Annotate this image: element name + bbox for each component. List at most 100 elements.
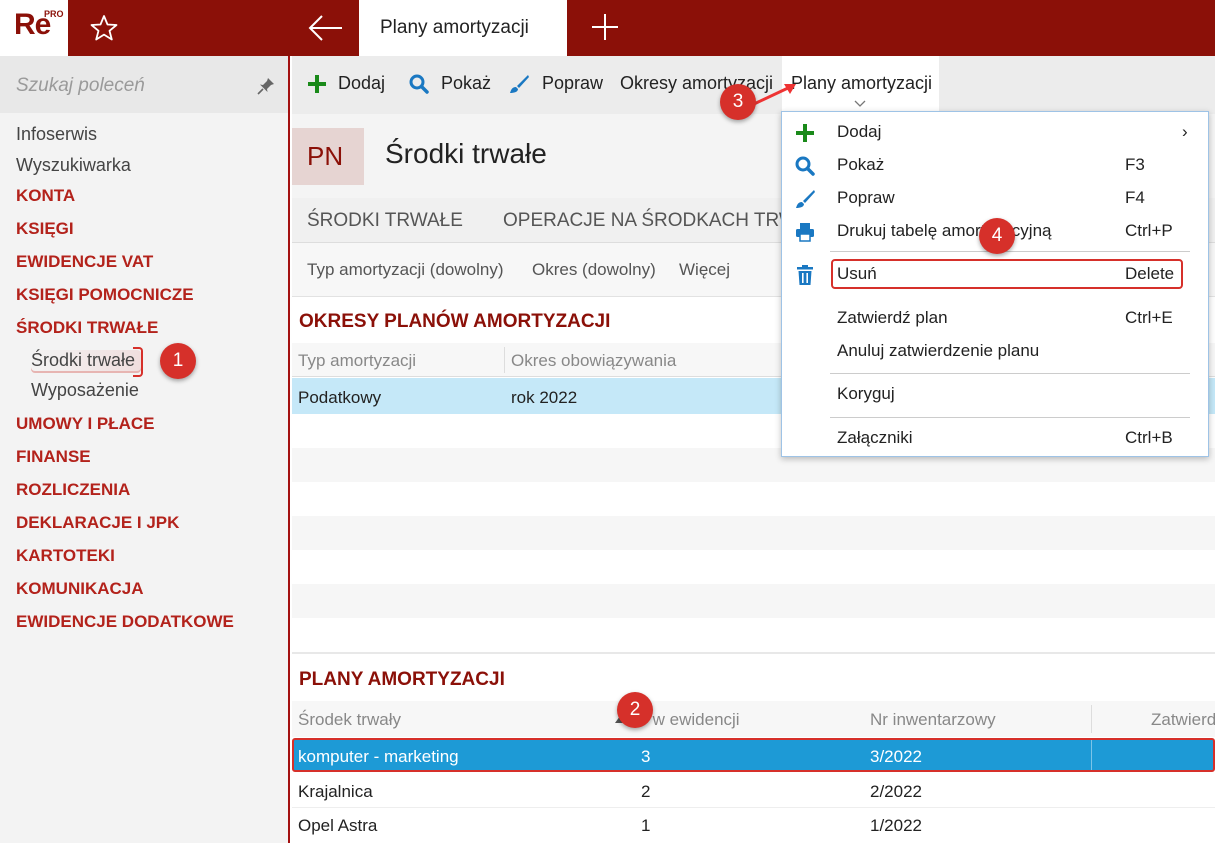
back-arrow-icon[interactable] — [300, 8, 350, 48]
menu-shortcut: Ctrl+B — [1125, 428, 1173, 447]
menu-item-cancel-approval[interactable]: Anuluj zatwierdzenie planu — [782, 337, 1208, 367]
col-divider — [504, 347, 505, 373]
edit-label: Popraw — [542, 73, 604, 93]
brush-icon — [796, 190, 815, 208]
sidebar-item-komunikacja[interactable]: KOMUNIKACJA — [16, 579, 144, 599]
app-logo[interactable]: Re PRO — [0, 0, 68, 56]
new-tab-plus-icon[interactable] — [588, 10, 622, 44]
menu-item-approve[interactable]: Zatwierdź plan Ctrl+E — [782, 304, 1208, 334]
splitter[interactable] — [292, 652, 1215, 654]
sidebar-item-finanse[interactable]: FINANSE — [16, 447, 91, 467]
sidebar-item-konta[interactable]: KONTA — [16, 186, 75, 206]
menu-shortcut: Ctrl+P — [1125, 221, 1173, 240]
callout-2: 2 — [617, 692, 653, 728]
plans-menu-button[interactable]: Plany amortyzacji — [782, 56, 939, 114]
submenu-chevron-icon: › — [1182, 122, 1188, 141]
sidebar-item-umowy-i-płace[interactable]: UMOWY I PŁACE — [16, 414, 155, 434]
sidebar-item-rozliczenia[interactable]: ROZLICZENIA — [16, 480, 130, 500]
add-label: Dodaj — [338, 73, 386, 93]
sidebar-item-środki-trwałe[interactable]: Środki trwałe — [31, 347, 144, 377]
search-icon — [795, 156, 815, 176]
menu-item-attachments[interactable]: Załączniki Ctrl+B — [782, 424, 1208, 454]
menu-item-correct[interactable]: Koryguj — [782, 380, 1208, 410]
plans-header-row: Środek trwały Nr w ewidencji Nr inwentar… — [292, 701, 1215, 737]
col-nr-inwentarzowy[interactable]: Nr inwentarzowy — [870, 710, 996, 730]
plus-icon — [308, 75, 326, 93]
filter-okres[interactable]: Okres (dowolny) — [532, 260, 656, 280]
cell-nr-inwentarzowy: 3/2022 — [870, 747, 922, 766]
plans-section-title: PLANY AMORTYZACJI — [299, 669, 505, 690]
highlight-box — [133, 347, 144, 377]
callout-3: 3 — [720, 84, 756, 120]
plus-icon — [796, 124, 814, 142]
sidebar-item-wyszukiwarka[interactable]: Wyszukiwarka — [16, 155, 131, 176]
menu-item-show[interactable]: Pokaż F3 — [782, 151, 1208, 181]
filter-wiecej[interactable]: Więcej — [679, 260, 730, 280]
menu-shortcut: F3 — [1125, 155, 1145, 174]
tab-plany-amortyzacji[interactable]: Plany amortyzacji — [359, 0, 567, 56]
cell-srodek: komputer - marketing — [298, 747, 459, 766]
menu-label: Pokaż — [837, 155, 885, 174]
command-search — [0, 56, 288, 113]
empty-row — [292, 584, 1215, 618]
pin-icon[interactable] — [256, 76, 276, 96]
col-divider — [1091, 705, 1092, 733]
star-icon[interactable] — [88, 12, 120, 44]
col-okres[interactable]: Okres obowiązywania — [511, 351, 676, 371]
command-search-input[interactable] — [16, 72, 236, 100]
add-button[interactable]: Dodaj — [306, 72, 388, 98]
tab-operacje[interactable]: OPERACJE NA ŚRODKACH TRWA — [503, 210, 809, 232]
plans-label: Plany amortyzacji — [791, 73, 933, 93]
cell-srodek: Opel Astra — [298, 816, 378, 835]
sidebar-item-wyposażenie[interactable]: Wyposażenie — [31, 380, 139, 401]
cell-typ: Podatkowy — [298, 388, 382, 407]
sidebar: Infoserwis Wyszukiwarka KONTA KSIĘGI EWIDENC… — [0, 56, 290, 843]
cell-okres: rok 2022 — [511, 388, 578, 407]
menu-item-edit[interactable]: Popraw F4 — [782, 184, 1208, 214]
sidebar-item-księgi-pomocnicze[interactable]: KSIĘGI POMOCNICZE — [16, 285, 194, 305]
chevron-down-icon — [854, 100, 866, 107]
show-button[interactable]: Pokaż — [408, 72, 492, 98]
sidebar-item-księgi[interactable]: KSIĘGI — [16, 219, 74, 239]
printer-icon — [796, 223, 814, 242]
menu-label: Popraw — [837, 188, 895, 207]
col-divider — [1091, 740, 1092, 770]
edit-button[interactable]: Popraw — [508, 72, 604, 98]
page-title: Środki trwałe — [385, 138, 547, 169]
col-zatwierdzony[interactable]: Zatwierd — [1151, 710, 1215, 730]
cell-nr-ewidencji: 3 — [641, 747, 651, 766]
filter-typ-amortyzacji[interactable]: Typ amortyzacji (dowolny) — [307, 260, 504, 280]
cell-nr-inwentarzowy: 2/2022 — [870, 782, 922, 801]
sidebar-item-środki-trwałe[interactable]: ŚRODKI TRWAŁE — [16, 318, 158, 338]
empty-row — [292, 516, 1215, 550]
tab-srodki-trwale[interactable]: ŚRODKI TRWAŁE — [307, 210, 463, 232]
table-row[interactable]: Opel Astra 1 1/2022 — [292, 808, 1215, 842]
tab-label: Plany amortyzacji — [380, 17, 529, 38]
show-label: Pokaż — [441, 73, 492, 93]
menu-label: Koryguj — [837, 384, 895, 403]
menu-label: Załączniki — [837, 428, 913, 447]
col-typ[interactable]: Typ amortyzacji — [298, 351, 416, 371]
sidebar-item-ewidencje-dodatkowe[interactable]: EWIDENCJE DODATKOWE — [16, 612, 234, 632]
col-srodek[interactable]: Środek trwały — [298, 710, 401, 730]
menu-separator — [830, 373, 1190, 374]
sidebar-item-kartoteki[interactable]: KARTOTEKI — [16, 546, 115, 566]
cell-srodek: Krajalnica — [298, 782, 373, 801]
menu-shortcut: F4 — [1125, 188, 1145, 207]
menu-label: Usuń — [837, 264, 877, 283]
menu-label: Anuluj zatwierdzenie planu — [837, 341, 1040, 360]
module-badge-text: PN — [307, 141, 344, 171]
table-row-selected[interactable]: komputer - marketing 3 3/2022 — [292, 738, 1215, 772]
sidebar-item-ewidencje-vat[interactable]: EWIDENCJE VAT — [16, 252, 153, 272]
search-icon — [409, 74, 429, 94]
table-row[interactable]: Krajalnica 2 2/2022 — [292, 774, 1215, 808]
menu-label: Zatwierdź plan — [837, 308, 948, 327]
brush-icon — [510, 75, 529, 93]
menu-item-add[interactable]: Dodaj › — [782, 118, 1208, 148]
cell-nr-inwentarzowy: 1/2022 — [870, 816, 922, 835]
sidebar-item-infoserwis[interactable]: Infoserwis — [16, 124, 97, 145]
menu-item-delete[interactable]: Usuń Delete — [782, 259, 1208, 290]
sidebar-item-deklaracje-i-jpk[interactable]: DEKLARACJE I JPK — [16, 513, 179, 533]
module-badge: PN — [292, 128, 364, 185]
cell-nr-ewidencji: 2 — [641, 782, 651, 801]
